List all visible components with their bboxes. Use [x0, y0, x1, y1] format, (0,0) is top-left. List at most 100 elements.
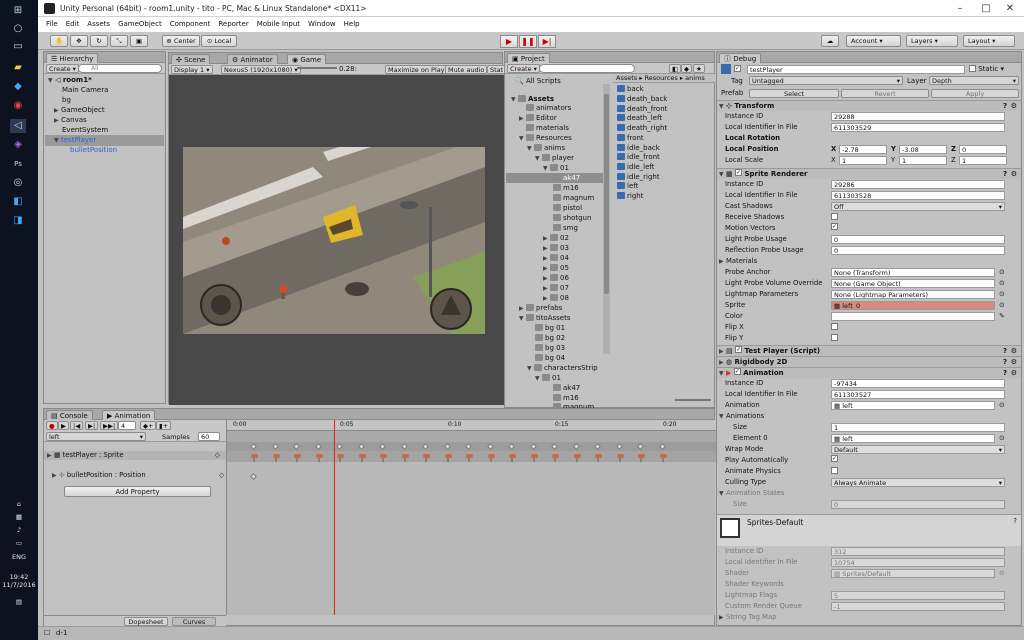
- dopesheet-timeline[interactable]: 0:00 0:05 0:10 0:15 0:20: [226, 420, 716, 615]
- sprite-keyframe[interactable]: [357, 452, 367, 462]
- curves-tab[interactable]: Curves: [172, 617, 216, 626]
- minimize-button[interactable]: –: [948, 2, 972, 15]
- animations-size-field[interactable]: 1: [831, 423, 1005, 432]
- sprite-keyframe[interactable]: [249, 452, 259, 462]
- frame-input[interactable]: 4: [118, 421, 136, 430]
- all-scripts-filter[interactable]: 🔍 All Scripts: [515, 76, 561, 86]
- sprite-keyframe[interactable]: [507, 452, 517, 462]
- reflection-probe-usage-field[interactable]: 0: [831, 246, 1005, 255]
- sprite-field[interactable]: ▦ left_0: [831, 301, 995, 310]
- tree-item[interactable]: m16: [553, 183, 579, 193]
- hand-tool-icon[interactable]: ✋: [50, 35, 68, 47]
- samples-input[interactable]: 60: [198, 432, 220, 441]
- hierarchy-item[interactable]: EventSystem: [62, 125, 108, 135]
- receive-shadows-checkbox[interactable]: [831, 213, 838, 220]
- project-tree-scrollbar[interactable]: [603, 84, 610, 354]
- anim-instance-id[interactable]: -97434: [831, 379, 1005, 388]
- animation-component-header[interactable]: ▼▶ Animation?⚙: [717, 367, 1021, 378]
- sprite-keyframe[interactable]: [335, 452, 345, 462]
- notifications-icon[interactable]: ⌂: [0, 500, 38, 508]
- sprite-keyframe[interactable]: [636, 452, 646, 462]
- tree-item[interactable]: bg 01: [535, 323, 565, 333]
- layout-dropdown[interactable]: Layout ▾: [963, 35, 1015, 47]
- sprite-keyframe[interactable]: [378, 452, 388, 462]
- resolution-dropdown[interactable]: Nexus5 (1920x1080) ▾: [221, 65, 301, 74]
- file-item[interactable]: idle_left: [617, 162, 654, 172]
- account-dropdown[interactable]: Account ▾: [846, 35, 901, 47]
- tree-item[interactable]: magnum: [553, 193, 594, 203]
- tag-dropdown[interactable]: Untagged ▾: [749, 76, 903, 85]
- position-z-field[interactable]: 0: [959, 145, 1007, 154]
- lightmap-parameters-field[interactable]: None (Lightmap Parameters): [831, 290, 995, 299]
- cloud-icon[interactable]: ☁: [821, 35, 839, 47]
- animate-physics-checkbox[interactable]: [831, 467, 838, 474]
- tree-item[interactable]: animators: [519, 103, 571, 113]
- app2-icon[interactable]: ◎: [10, 176, 26, 190]
- add-event-button[interactable]: ▮+: [156, 421, 172, 430]
- tab-scene[interactable]: ✣ Scene: [171, 54, 211, 64]
- breadcrumb-item[interactable]: Resources: [645, 74, 678, 82]
- game-viewport[interactable]: [183, 147, 485, 334]
- hierarchy-item[interactable]: Main Camera: [62, 85, 108, 95]
- wrap-mode-dropdown[interactable]: Default ▾: [831, 445, 1005, 454]
- tree-item[interactable]: pistol: [553, 203, 582, 213]
- hierarchy-create-dropdown[interactable]: Create ▾: [46, 64, 79, 73]
- cast-shadows-dropdown[interactable]: Off ▾: [831, 202, 1005, 211]
- search-icon[interactable]: ○: [10, 22, 26, 36]
- rotate-tool-icon[interactable]: ↻: [90, 35, 108, 47]
- tree-item[interactable]: ak47: [553, 383, 580, 393]
- breadcrumb-item[interactable]: Assets: [616, 74, 637, 82]
- menu-help[interactable]: Help: [344, 20, 360, 28]
- culling-type-dropdown[interactable]: Always Animate ▾: [831, 478, 1005, 487]
- transform-instance-id[interactable]: 29288: [831, 112, 1005, 121]
- menu-edit[interactable]: Edit: [66, 20, 80, 28]
- layers-dropdown[interactable]: Layers ▾: [906, 35, 958, 47]
- menu-file[interactable]: File: [46, 20, 58, 28]
- test-player-script-header[interactable]: ▶▤ Test Player (Script)?⚙: [717, 345, 1021, 356]
- hierarchy-item[interactable]: bulletPosition: [70, 145, 117, 155]
- scale-x-field[interactable]: 1: [839, 156, 887, 165]
- sprite-keyframe[interactable]: [572, 452, 582, 462]
- maximize-button[interactable]: □: [974, 2, 998, 15]
- position-keyframe[interactable]: [249, 472, 258, 481]
- step-button[interactable]: ▶|: [538, 35, 556, 48]
- scale-tool-icon[interactable]: ⤡: [110, 35, 128, 47]
- project-create-dropdown[interactable]: Create ▾: [507, 64, 540, 73]
- menu-gameobject[interactable]: GameObject: [118, 20, 162, 28]
- light-probe-usage-field[interactable]: 0: [831, 235, 1005, 244]
- prefab-revert-button[interactable]: Revert: [841, 89, 929, 98]
- scale-y-field[interactable]: 1: [899, 156, 947, 165]
- motion-vectors-checkbox[interactable]: [831, 223, 838, 230]
- sprite-keyframe[interactable]: [443, 452, 453, 462]
- tree-item[interactable]: bg 03: [535, 343, 565, 353]
- tree-item[interactable]: materials: [519, 123, 569, 133]
- file-item[interactable]: back: [617, 84, 644, 94]
- record-button[interactable]: ●: [46, 421, 58, 430]
- prefab-apply-button[interactable]: Apply: [931, 89, 1019, 98]
- action-center-icon[interactable]: ▤: [0, 598, 38, 606]
- close-button[interactable]: ✕: [998, 2, 1022, 15]
- windows-start-icon[interactable]: ⊞: [10, 4, 26, 18]
- animations-element0-field[interactable]: ▦ left: [831, 434, 995, 443]
- sprite-keyframe[interactable]: [400, 452, 410, 462]
- add-property-button[interactable]: Add Property: [64, 486, 211, 497]
- menu-component[interactable]: Component: [170, 20, 211, 28]
- anim-local-id[interactable]: 611303527: [831, 390, 1005, 399]
- tab-game[interactable]: ◉ Game: [287, 54, 327, 64]
- object-picker-icon[interactable]: ⊙: [999, 267, 1005, 278]
- unity-taskbar-icon[interactable]: ◁: [10, 119, 26, 133]
- transform-local-id[interactable]: 611303529: [831, 123, 1005, 132]
- flip-x-checkbox[interactable]: [831, 323, 838, 330]
- materials-foldout[interactable]: ▶ Materials: [719, 256, 757, 267]
- favorite-icon[interactable]: ★: [693, 64, 705, 73]
- file-item[interactable]: death_right: [617, 123, 667, 133]
- static-toggle[interactable]: Static ▾: [969, 64, 1004, 74]
- file-item[interactable]: death_left: [617, 113, 662, 123]
- scale-slider[interactable]: [297, 67, 337, 69]
- prefab-select-button[interactable]: Select: [749, 89, 839, 98]
- tab-animation[interactable]: ▶ Animation: [102, 410, 156, 420]
- menu-reporter[interactable]: Reporter: [218, 20, 248, 28]
- transform-header[interactable]: ▼ ⊹ Transform? ⚙: [717, 100, 1021, 111]
- app-icon[interactable]: ◆: [10, 80, 26, 94]
- playhead[interactable]: [334, 420, 335, 615]
